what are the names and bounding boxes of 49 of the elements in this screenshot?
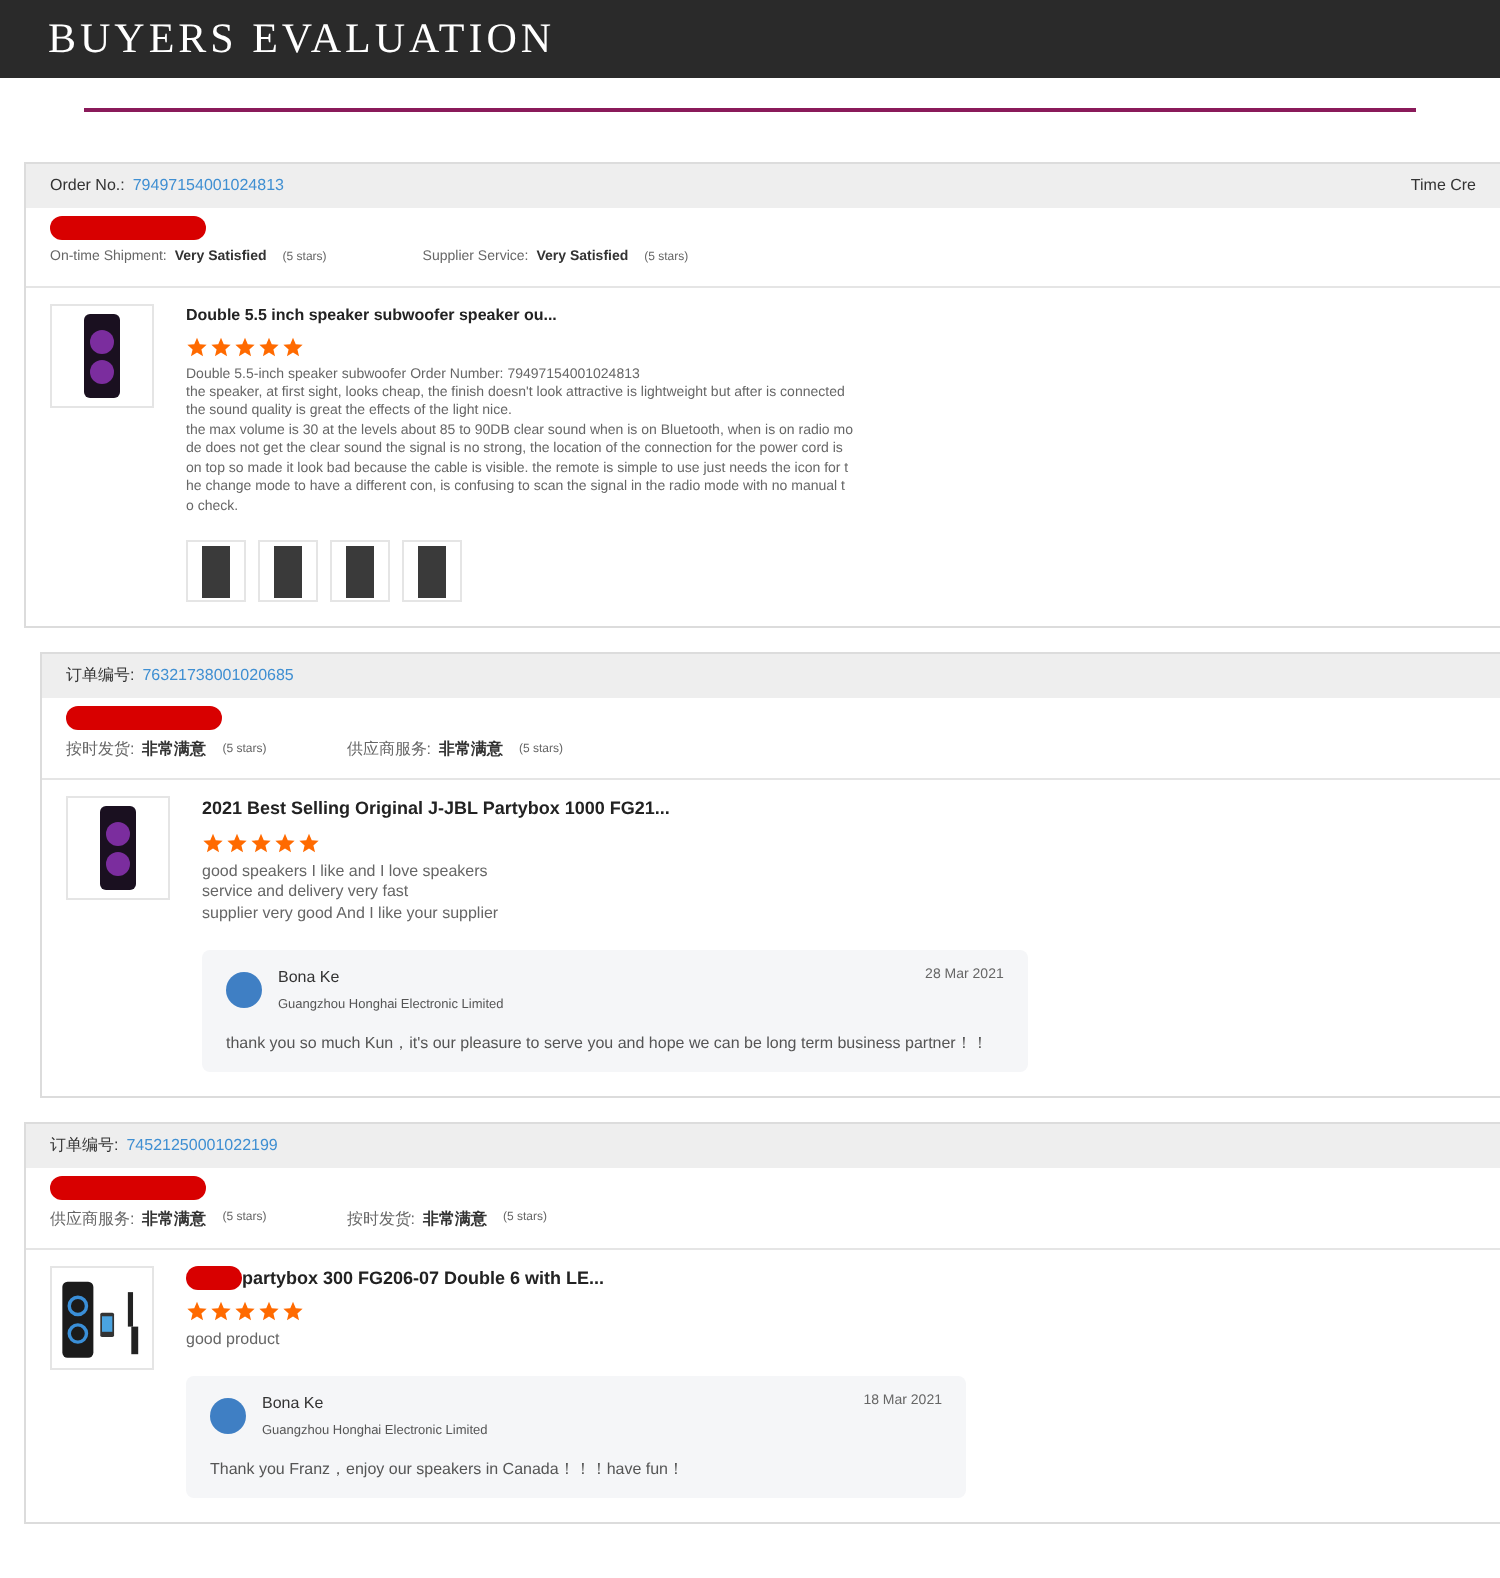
- star-icon: [234, 335, 256, 357]
- avatar-icon: [226, 972, 262, 1009]
- product-title[interactable]: 2021 Best Selling Original J-JBL Partybox 1000 FG21...: [202, 796, 670, 823]
- reply-author: Bona Ke: [278, 965, 342, 990]
- avatar-icon: [210, 1398, 246, 1435]
- rating-value: 非常满意: [142, 738, 207, 762]
- order-label: 订单编号:: [50, 1133, 119, 1158]
- star-icon: [210, 1300, 232, 1323]
- photo-placeholder: [274, 545, 302, 597]
- rating-label: 供应商服务:: [50, 1207, 135, 1232]
- star-icon: [274, 831, 296, 853]
- product-title[interactable]: partybox 300 FG206-07 Double 6 with LE...: [242, 1265, 605, 1293]
- photo-thumbnail[interactable]: [186, 540, 246, 602]
- photo-thumbnail[interactable]: [258, 540, 318, 602]
- rating-label: 按时发货:: [346, 1207, 415, 1232]
- star-icon: [202, 831, 224, 853]
- photo-placeholder: [346, 545, 374, 597]
- photo-thumbnail[interactable]: [402, 540, 462, 602]
- time-created-label: Time Cre: [1410, 174, 1476, 198]
- photo-placeholder: [202, 545, 230, 597]
- photo-placeholder: [418, 545, 446, 597]
- photo-thumbnail[interactable]: [330, 540, 390, 602]
- star-icon: [282, 335, 304, 357]
- star-icon: [234, 1300, 256, 1323]
- product-title[interactable]: Double 5.5 inch speaker subwoofer speaker ou...: [186, 303, 557, 327]
- rating-label: 供应商服务:: [346, 738, 431, 762]
- star-icon: [258, 335, 280, 357]
- rating-value: 非常满意: [142, 1207, 207, 1232]
- star-icon: [210, 335, 232, 357]
- reply-text: thank you so much Kun，it's our pleasure to serve you and hope we can be long term business partner！！: [226, 1031, 990, 1056]
- star-icon: [250, 831, 272, 853]
- star-icon: [226, 831, 248, 853]
- star-icon: [186, 335, 208, 357]
- order-label: Order No.:: [50, 174, 125, 198]
- star-icon: [258, 1300, 280, 1323]
- rating-label: 按时发货:: [66, 738, 135, 762]
- banner-title: BUYERS EVALUATION: [48, 11, 556, 66]
- star-icon: [186, 1300, 208, 1323]
- reply-author: Bona Ke: [262, 1391, 326, 1416]
- order-label: 订单编号:: [66, 664, 135, 688]
- speaker-drawing: [82, 311, 122, 399]
- review-text: good product: [186, 1330, 282, 1352]
- review-text: good speakers I like and I love speakers service and delivery very fast supplier very good And I like your supplier: [202, 861, 501, 926]
- rating-value: 非常满意: [438, 738, 503, 762]
- star-icon: [298, 831, 320, 853]
- reply-text: Thank you Franz，enjoy our speakers in Canada！！！have fun！: [210, 1457, 687, 1482]
- speaker-drawing: [98, 804, 138, 892]
- rating-value: 非常满意: [422, 1207, 487, 1232]
- star-icon: [282, 1300, 304, 1323]
